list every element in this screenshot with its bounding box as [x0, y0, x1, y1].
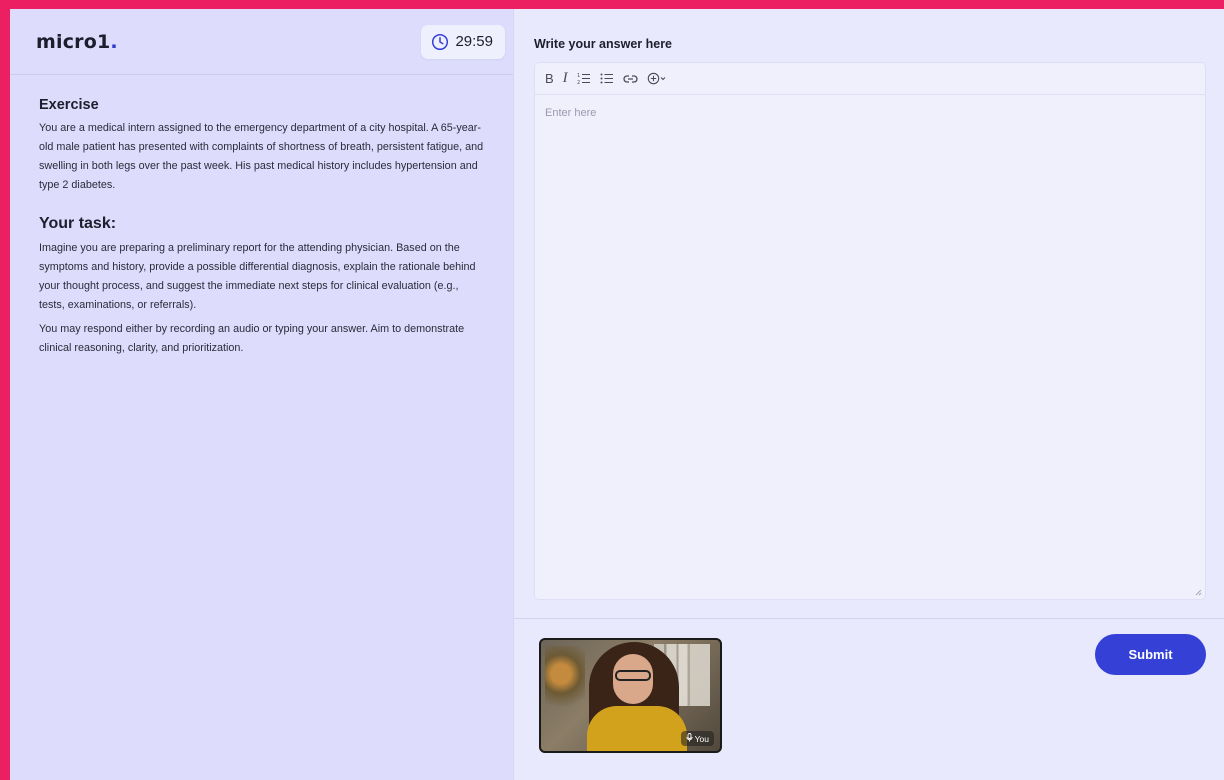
numbered-list-icon[interactable]: 1 2: [577, 72, 591, 85]
timer-value: 29:59: [455, 33, 493, 50]
link-icon[interactable]: [623, 74, 638, 84]
bold-icon[interactable]: B: [545, 72, 554, 85]
brand-dot: .: [110, 30, 118, 53]
bullet-list-icon[interactable]: [600, 72, 614, 85]
footer-divider: [514, 618, 1224, 619]
brand-logo: micro1.: [36, 31, 118, 53]
exercise-content: Exercise You are a medical intern assign…: [10, 75, 513, 358]
svg-text:1: 1: [577, 73, 580, 79]
submit-button[interactable]: Submit: [1095, 634, 1206, 675]
task-paragraph-1: Imagine you are preparing a preliminary …: [39, 242, 476, 311]
answer-panel: Write your answer here B I 1 2 Enter her…: [514, 9, 1224, 780]
video-person-shirt: [587, 706, 687, 751]
countdown-timer: 29:59: [421, 24, 505, 59]
svg-text:2: 2: [577, 80, 580, 85]
brand-name: micro1: [36, 30, 111, 53]
microphone-icon: [686, 733, 693, 744]
editor-placeholder: Enter here: [545, 107, 597, 119]
webcam-preview: You: [539, 638, 722, 753]
editor-toolbar: B I 1 2: [535, 63, 1205, 95]
exercise-panel: micro1. 29:59 Exercise You are a medical…: [10, 9, 514, 780]
task-paragraph-2: You may respond either by recording an a…: [39, 323, 465, 354]
exercise-text: You are a medical intern assigned to the…: [39, 122, 484, 191]
self-view-badge: You: [680, 731, 714, 746]
video-person-glasses: [615, 670, 651, 681]
insert-icon[interactable]: [647, 72, 669, 85]
panel-header: micro1. 29:59: [10, 9, 513, 75]
resize-handle-icon[interactable]: [1194, 588, 1202, 596]
answer-editor[interactable]: B I 1 2 Enter here: [534, 62, 1206, 600]
self-view-label: You: [694, 733, 709, 744]
video-background-plant: [545, 646, 585, 716]
app-frame: micro1. 29:59 Exercise You are a medical…: [10, 9, 1224, 780]
italic-icon[interactable]: I: [563, 71, 568, 86]
clock-icon: [431, 33, 449, 51]
exercise-heading: Exercise: [39, 97, 99, 113]
task-heading: Your task:: [39, 215, 117, 232]
answer-title: Write your answer here: [534, 37, 673, 51]
